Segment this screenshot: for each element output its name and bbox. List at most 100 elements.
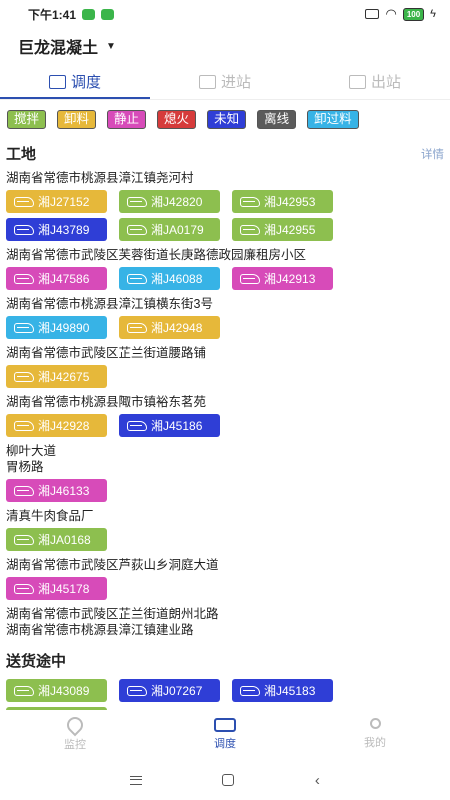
legend-tag: 卸料 — [57, 110, 97, 129]
truck-icon — [240, 196, 260, 207]
person-icon — [369, 718, 381, 729]
nav-label: 调度 — [214, 737, 236, 750]
worksite-address[interactable]: 湖南省常德市桃源县漳江镇横东街3号 — [6, 296, 444, 312]
bottom-nav: 监控 调度 我的 — [0, 710, 450, 758]
wechat-notification-icon — [82, 8, 96, 20]
truck-plate: 湘JA0168 — [38, 533, 91, 547]
status-legend: 搅拌 卸料 静止 熄火 未知 离线 卸过料 — [0, 100, 450, 129]
truck-icon — [214, 717, 236, 732]
worksite-address[interactable]: 湖南省常德市武陵区芷兰街道腰路铺 — [6, 345, 444, 361]
tab-0[interactable]: 调度 — [0, 64, 150, 99]
worksite-address[interactable]: 清真牛肉食品厂 — [6, 508, 444, 524]
worksite-item: 柳叶大道 胃杨路湘J46133 — [0, 443, 450, 502]
caret-down-icon: ▼ — [106, 40, 116, 52]
worksite-address[interactable]: 柳叶大道 胃杨路 — [6, 443, 444, 475]
system-nav-bar: ‹ — [0, 760, 450, 800]
worksite-address[interactable]: 湖南省常德市武陵区芷兰街道朗州北路 湖南省常德市桃源县漳江镇建业路 — [6, 606, 444, 638]
worksite-list: 湖南省常德市桃源县漳江镇尧河村湘J27152 湘J42820 湘J42953 湘J43… — [0, 170, 450, 638]
worksite-address[interactable]: 湖南省常德市桃源县漳江镇尧河村 — [6, 170, 444, 186]
delivering-title: 送货途中 — [6, 653, 67, 670]
truck-plate: 湘JA0179 — [151, 223, 204, 237]
home-icon[interactable] — [222, 774, 235, 786]
truck-chip[interactable]: 湘J42913 — [232, 267, 333, 290]
truck-icon — [14, 196, 34, 207]
tab-label: 调度 — [70, 74, 101, 91]
worksite-address[interactable]: 湖南省常德市桃源县陬市镇裕东茗苑 — [6, 394, 444, 410]
truck-chip[interactable]: 湘J42948 — [119, 316, 220, 339]
truck-icon — [127, 322, 147, 333]
truck-list: 湘J46133 — [6, 479, 444, 502]
nav-item-0[interactable]: 监控 — [0, 710, 150, 758]
truck-plate: 湘J42820 — [151, 195, 203, 209]
worksite-address[interactable]: 湖南省常德市武陵区芙蓉街道长庚路德政园廉租房小区 — [6, 247, 444, 263]
truck-plate: 湘J46133 — [38, 484, 90, 498]
truck-plate: 湘J45186 — [151, 419, 203, 433]
truck-icon — [127, 224, 147, 235]
truck-icon — [14, 224, 34, 235]
nav-item-2[interactable]: 我的 — [300, 710, 450, 758]
tab-label: 进站 — [220, 74, 251, 91]
tab-label: 出站 — [370, 74, 401, 91]
truck-plate: 湘J43089 — [38, 684, 90, 698]
worksite-item: 湖南省常德市桃源县漳江镇尧河村湘J27152 湘J42820 湘J42953 湘J43… — [0, 170, 450, 241]
truck-chip[interactable]: 湘J42955 — [232, 218, 333, 241]
truck-chip[interactable]: 湘J49890 — [6, 316, 107, 339]
truck-chip[interactable]: 湘J42953 — [232, 190, 333, 213]
truck-chip[interactable]: 湘J45186 — [119, 414, 220, 437]
nav-label: 监控 — [64, 738, 86, 751]
dispatch-icon — [48, 74, 66, 89]
nav-item-1[interactable]: 调度 — [150, 710, 300, 758]
worksite-header: 工地 详情 — [0, 143, 450, 164]
location-pin-icon — [63, 713, 87, 736]
truck-chip[interactable]: 湘J45183 — [232, 679, 333, 702]
nav-label: 我的 — [364, 737, 386, 749]
company-selector[interactable]: 巨龙混凝土 ▼ — [0, 28, 450, 64]
company-name: 巨龙混凝土 — [18, 40, 99, 57]
truck-icon — [14, 273, 34, 284]
truck-chip[interactable]: 湘J42928 — [6, 414, 107, 437]
tab-2[interactable]: 出站 — [300, 64, 450, 99]
truck-plate: 湘J42913 — [264, 272, 316, 286]
truck-chip[interactable]: 湘J43089 — [6, 679, 107, 702]
menu-icon[interactable] — [130, 775, 143, 785]
truck-list: 湘J45178 — [6, 577, 444, 600]
truck-icon — [14, 420, 34, 431]
truck-chip[interactable]: 湘J27152 — [6, 190, 107, 213]
legend-tag: 离线 — [257, 110, 297, 129]
truck-chip[interactable]: 湘J45178 — [6, 577, 107, 600]
truck-plate: 湘J07267 — [151, 684, 203, 698]
detail-link[interactable]: 详情 — [421, 146, 444, 162]
truck-icon — [240, 273, 260, 284]
truck-chip[interactable]: 湘J43789 — [6, 218, 107, 241]
tab-1[interactable]: 进站 — [150, 64, 300, 99]
truck-plate: 湘J43789 — [38, 223, 90, 237]
truck-icon — [127, 196, 147, 207]
legend-tag: 未知 — [207, 110, 247, 129]
truck-chip[interactable]: 湘J07267 — [119, 679, 220, 702]
truck-chip[interactable]: 湘J42675 — [6, 365, 107, 388]
sim-icon — [365, 9, 380, 19]
truck-icon — [14, 685, 34, 696]
truck-chip[interactable]: 湘JA0179 — [119, 218, 220, 241]
truck-chip[interactable]: 湘JA0168 — [6, 528, 107, 551]
truck-plate: 湘J42948 — [151, 321, 203, 335]
delivering-header: 送货途中 — [0, 650, 450, 671]
truck-icon — [14, 485, 34, 496]
worksite-address[interactable]: 湖南省常德市武陵区芦荻山乡洞庭大道 — [6, 557, 444, 573]
truck-icon — [127, 420, 147, 431]
truck-list: 湘J27152 湘J42820 湘J42953 湘J43789 湘JA0179 湘J429… — [6, 190, 444, 241]
worksite-item: 湖南省常德市武陵区芙蓉街道长庚路德政园廉租房小区湘J47586 湘J46088 湘J… — [0, 247, 450, 290]
truck-chip[interactable]: 湘J46133 — [6, 479, 107, 502]
message-notification-icon — [101, 8, 115, 20]
truck-chip[interactable]: 湘J42820 — [119, 190, 220, 213]
truck-plate: 湘J42928 — [38, 419, 90, 433]
truck-chip[interactable]: 湘J46088 — [119, 267, 220, 290]
battery-icon: 100 — [402, 7, 425, 21]
truck-plate: 湘J46088 — [151, 272, 203, 286]
truck-icon — [240, 224, 260, 235]
back-icon[interactable]: ‹ — [315, 772, 320, 789]
truck-plate: 湘J42953 — [264, 195, 316, 209]
truck-chip[interactable]: 湘J47586 — [6, 267, 107, 290]
legend-tag: 熄火 — [157, 110, 197, 129]
legend-tag: 静止 — [107, 110, 147, 129]
